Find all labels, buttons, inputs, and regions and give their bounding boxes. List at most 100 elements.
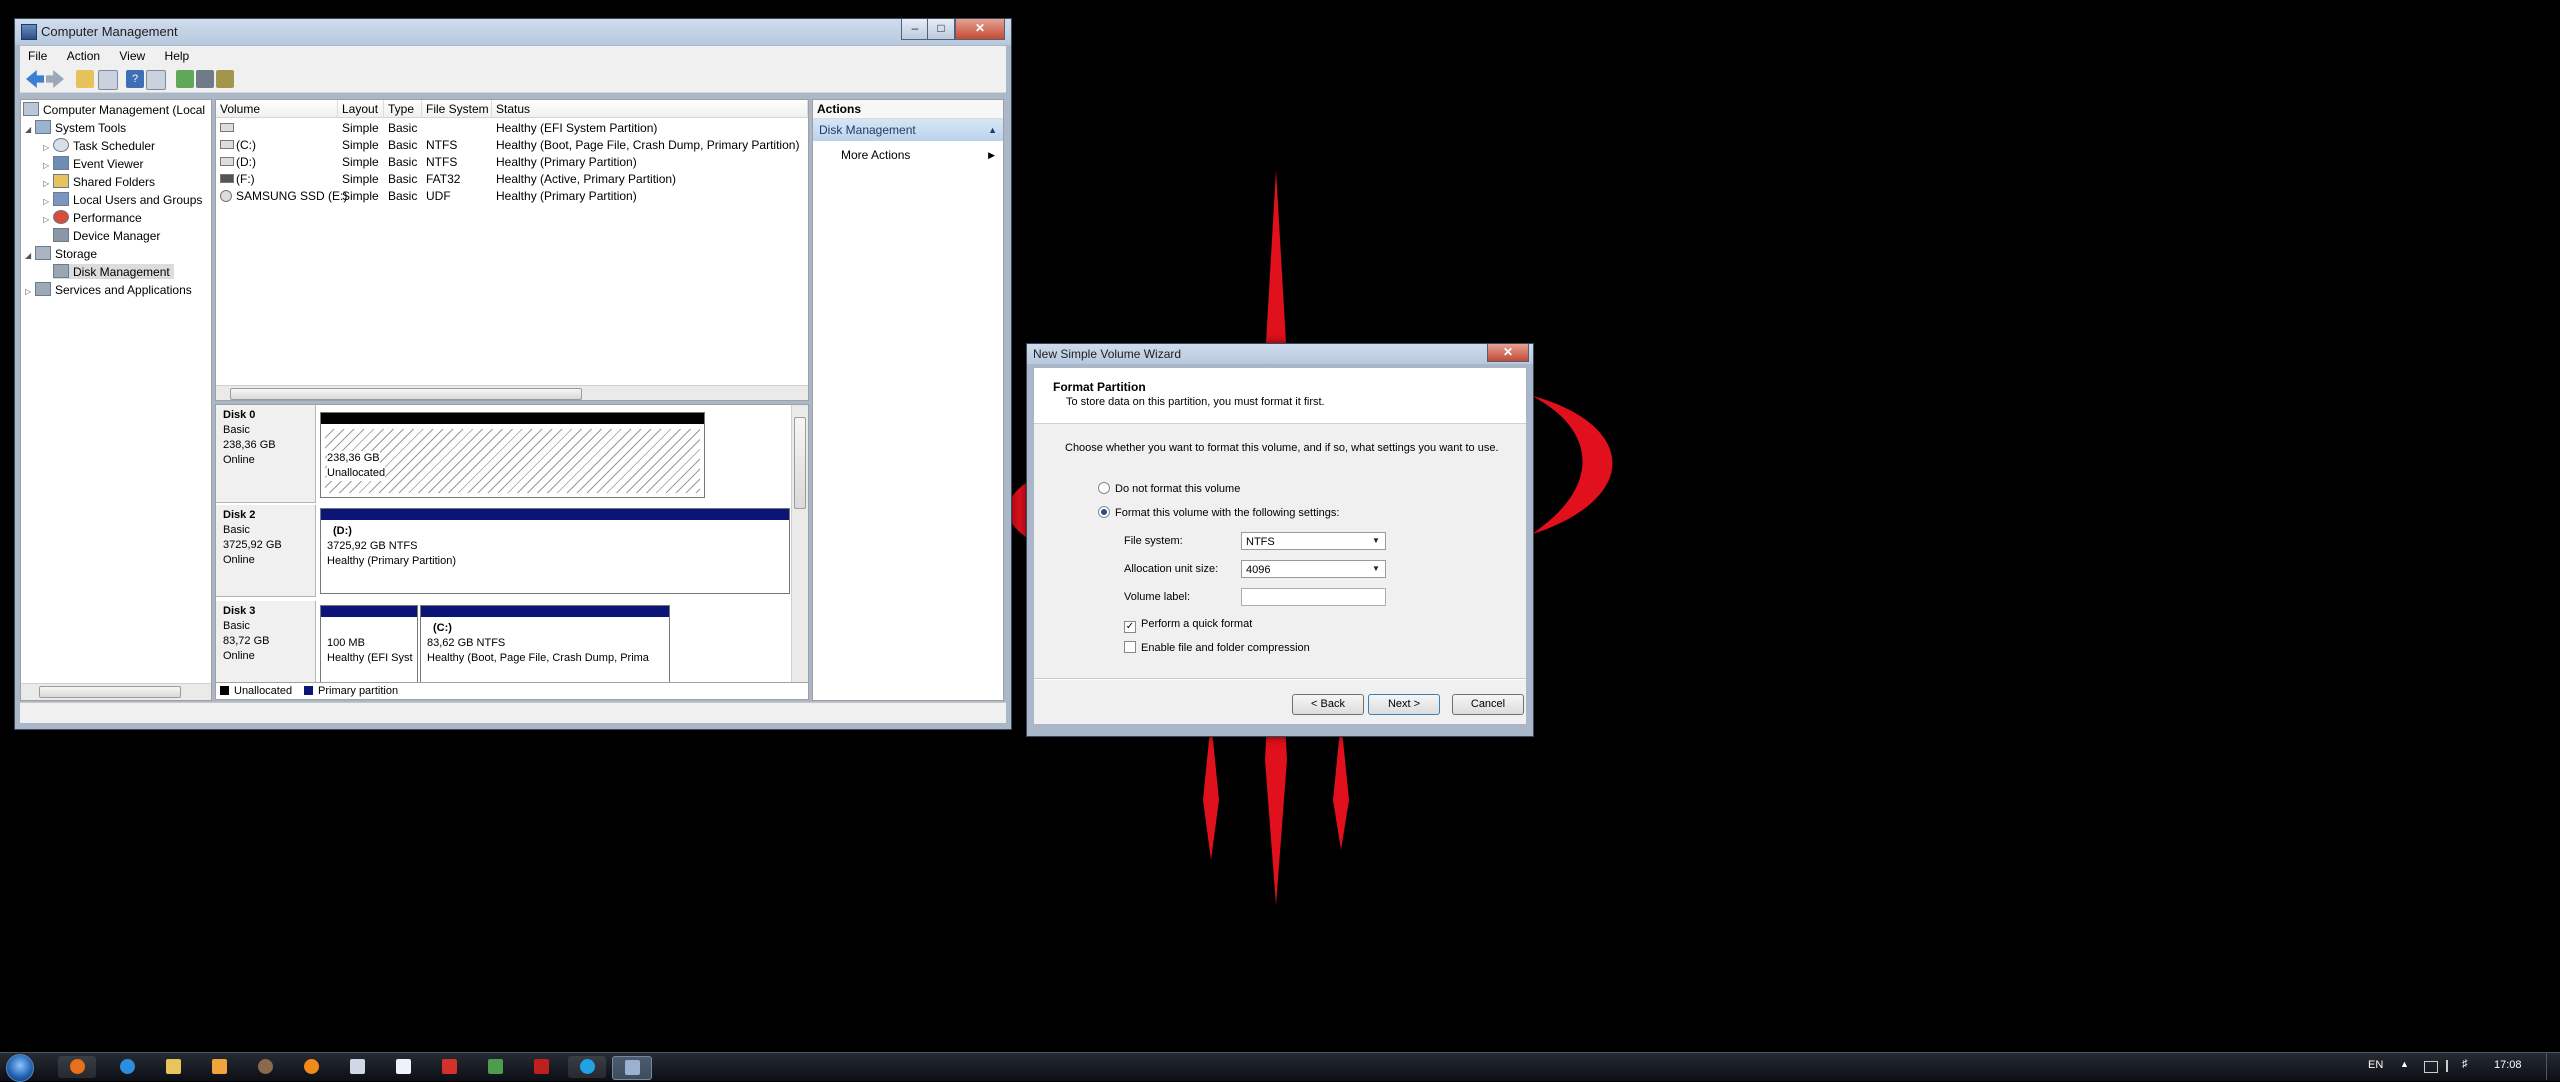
network-icon[interactable] <box>2424 1061 2438 1073</box>
taskbar-app-6[interactable] <box>292 1056 330 1078</box>
compression-option[interactable]: Enable file and folder compression <box>1124 641 1310 654</box>
table-row[interactable]: Simple Basic Healthy (EFI System Partiti… <box>216 120 808 137</box>
tree-horizontal-scrollbar[interactable] <box>21 683 211 700</box>
close-button[interactable]: ✕ <box>955 19 1005 40</box>
taskbar-app-7[interactable] <box>338 1056 376 1078</box>
flag-icon[interactable] <box>2446 1060 2458 1072</box>
volume-list-horizontal-scrollbar[interactable] <box>216 385 808 400</box>
taskbar-app-8[interactable] <box>384 1056 422 1078</box>
wizard-close-button[interactable]: ✕ <box>1487 344 1529 362</box>
taskbar-firefox[interactable] <box>58 1056 96 1078</box>
clock[interactable]: 17:08 <box>2494 1059 2522 1071</box>
up-folder-icon[interactable] <box>76 70 94 88</box>
disk-3-partition-efi[interactable]: 100 MB Healthy (EFI Syst <box>320 605 418 683</box>
radio-format[interactable] <box>1098 506 1110 518</box>
taskbar-app-10[interactable] <box>476 1056 514 1078</box>
collapsed-triangle-icon[interactable]: ▷ <box>43 179 53 188</box>
column-header-type[interactable]: Type <box>384 100 422 118</box>
disk-3-label[interactable]: Disk 3 Basic 83,72 GB Online <box>216 601 316 683</box>
show-hide-action-pane-icon[interactable] <box>146 70 166 90</box>
title-bar[interactable]: Computer Management – □ ✕ <box>15 19 1011 45</box>
menu-view[interactable]: View <box>111 46 153 66</box>
tree-item-services-applications[interactable]: ▷ Services and Applications <box>25 282 192 297</box>
quick-format-option[interactable]: ✓ Perform a quick format <box>1124 618 1252 633</box>
collapsed-triangle-icon[interactable]: ▷ <box>43 143 53 152</box>
next-button[interactable]: Next > <box>1368 694 1440 715</box>
back-button[interactable]: < Back <box>1292 694 1364 715</box>
disk-0-label[interactable]: Disk 0 Basic 238,36 GB Online <box>216 405 316 503</box>
help-icon[interactable]: ? <box>126 70 144 88</box>
console-tree[interactable]: Computer Management (Local ◢ System Tools… <box>20 99 212 701</box>
start-button[interactable] <box>6 1054 34 1082</box>
column-header-file-system[interactable]: File System <box>422 100 492 118</box>
collapse-arrow-icon[interactable]: ▲ <box>988 119 997 141</box>
taskbar-skype[interactable] <box>568 1056 606 1078</box>
volume-list[interactable]: Volume Layout Type File System Status Si… <box>215 99 809 401</box>
refresh-icon[interactable] <box>176 70 194 88</box>
tree-item-device-manager[interactable]: Device Manager <box>53 228 160 243</box>
menu-file[interactable]: File <box>20 46 55 66</box>
radio-no-format[interactable] <box>1098 482 1110 494</box>
disk-view-vertical-scrollbar[interactable] <box>791 405 808 683</box>
expanded-triangle-icon[interactable]: ◢ <box>25 125 35 134</box>
tree-item-disk-management[interactable]: Disk Management <box>53 264 174 279</box>
collapsed-triangle-icon[interactable]: ▷ <box>43 215 53 224</box>
column-header-status[interactable]: Status <box>492 100 808 118</box>
option-no-format[interactable]: Do not format this volume <box>1098 482 1240 495</box>
taskbar-app-5[interactable] <box>246 1056 284 1078</box>
tree-item-event-viewer[interactable]: ▷ Event Viewer <box>43 156 143 171</box>
taskbar-computer-management[interactable] <box>612 1056 652 1080</box>
export-list-icon[interactable] <box>216 70 234 88</box>
new-simple-volume-wizard[interactable]: New Simple Volume Wizard ✕ Format Partit… <box>1026 343 1534 737</box>
table-row[interactable]: (D:) Simple Basic NTFS Healthy (Primary … <box>216 154 808 171</box>
expanded-triangle-icon[interactable]: ◢ <box>25 251 35 260</box>
computer-management-window[interactable]: Computer Management – □ ✕ File Action Vi… <box>14 18 1012 730</box>
file-system-select[interactable]: NTFS ▼ <box>1241 532 1386 550</box>
scrollbar-thumb[interactable] <box>39 686 181 698</box>
properties-icon[interactable] <box>196 70 214 88</box>
volume-label-input[interactable] <box>1241 588 1386 606</box>
tree-item-task-scheduler[interactable]: ▷ Task Scheduler <box>43 138 155 153</box>
tree-item-shared-folders[interactable]: ▷ Shared Folders <box>43 174 155 189</box>
quick-format-checkbox[interactable]: ✓ <box>1124 621 1136 633</box>
minimize-button[interactable]: – <box>901 19 929 40</box>
table-row[interactable]: (C:) Simple Basic NTFS Healthy (Boot, Pa… <box>216 137 808 154</box>
cancel-button[interactable]: Cancel <box>1452 694 1524 715</box>
collapsed-triangle-icon[interactable]: ▷ <box>43 197 53 206</box>
taskbar-app-9[interactable] <box>430 1056 468 1078</box>
allocation-unit-select[interactable]: 4096 ▼ <box>1241 560 1386 578</box>
table-row[interactable]: SAMSUNG SSD (E:) Simple Basic UDF Health… <box>216 188 808 205</box>
disk-graphical-view[interactable]: Disk 0 Basic 238,36 GB Online 238,36 GB … <box>215 404 809 684</box>
compression-checkbox[interactable] <box>1124 641 1136 653</box>
back-arrow-icon[interactable] <box>26 70 44 88</box>
show-hide-tree-icon[interactable] <box>98 70 118 90</box>
disk-0-partition-unallocated[interactable]: 238,36 GB Unallocated <box>320 412 705 498</box>
menu-help[interactable]: Help <box>157 46 198 66</box>
wizard-title-bar[interactable]: New Simple Volume Wizard ✕ <box>1027 344 1533 364</box>
volume-icon[interactable]: ♯ <box>2462 1058 2468 1070</box>
show-desktop-button[interactable] <box>2546 1053 2559 1080</box>
actions-section-disk-management[interactable]: Disk Management ▲ <box>813 119 1003 141</box>
language-indicator[interactable]: EN <box>2368 1059 2383 1071</box>
taskbar-explorer[interactable] <box>154 1056 192 1078</box>
tree-item-computer-management[interactable]: Computer Management (Local <box>23 102 205 117</box>
taskbar-internet-explorer[interactable] <box>108 1056 146 1078</box>
option-format[interactable]: Format this volume with the following se… <box>1098 506 1339 519</box>
column-header-volume[interactable]: Volume <box>216 100 338 118</box>
taskbar-media-player[interactable] <box>200 1056 238 1078</box>
tree-item-local-users-groups[interactable]: ▷ Local Users and Groups <box>43 192 202 207</box>
disk-2-partition-d[interactable]: (D:) 3725,92 GB NTFS Healthy (Primary Pa… <box>320 508 790 594</box>
collapsed-triangle-icon[interactable]: ▷ <box>25 287 35 296</box>
tree-item-performance[interactable]: ▷ Performance <box>43 210 142 225</box>
tree-item-system-tools[interactable]: ◢ System Tools <box>25 120 126 135</box>
scrollbar-thumb[interactable] <box>794 417 806 509</box>
forward-arrow-icon[interactable] <box>46 70 64 88</box>
collapsed-triangle-icon[interactable]: ▷ <box>43 161 53 170</box>
disk-3-partition-c[interactable]: (C:) 83,62 GB NTFS Healthy (Boot, Page F… <box>420 605 670 683</box>
more-actions-item[interactable]: More Actions ▶ <box>813 146 1003 164</box>
scrollbar-thumb[interactable] <box>230 388 582 400</box>
column-header-layout[interactable]: Layout <box>338 100 384 118</box>
taskbar-filezilla[interactable] <box>522 1056 560 1078</box>
menu-action[interactable]: Action <box>59 46 108 66</box>
tree-item-storage[interactable]: ◢ Storage <box>25 246 97 261</box>
